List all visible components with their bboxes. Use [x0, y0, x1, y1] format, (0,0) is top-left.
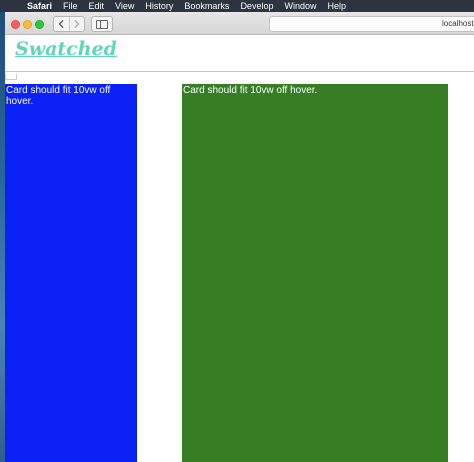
site-logo[interactable]: Swatched [15, 38, 117, 60]
menu-develop[interactable]: Develop [240, 0, 273, 12]
menu-bar: Safari File Edit View History Bookmarks … [0, 0, 474, 12]
menu-view[interactable]: View [115, 0, 134, 12]
chevron-left-icon [58, 20, 64, 28]
menu-file[interactable]: File [63, 0, 78, 12]
small-empty-box [5, 74, 17, 80]
sidebar-icon [96, 19, 108, 29]
header-divider [5, 71, 474, 72]
menu-app-name[interactable]: Safari [27, 0, 52, 12]
menu-edit[interactable]: Edit [89, 0, 105, 12]
minimize-window-button[interactable] [23, 20, 32, 29]
card-blue[interactable]: Card should fit 10vw off hover. [5, 84, 137, 462]
menu-history[interactable]: History [145, 0, 173, 12]
menu-help[interactable]: Help [327, 0, 346, 12]
navigation-buttons [53, 16, 85, 32]
forward-button[interactable] [68, 17, 85, 31]
page-content: Swatched Card should fit 10vw off hover.… [5, 35, 474, 462]
back-button[interactable] [54, 17, 69, 31]
browser-window: localhost Swatched Card should fit 10vw … [5, 12, 474, 462]
address-url: localhost [442, 19, 474, 28]
chevron-right-icon [74, 20, 80, 28]
card-text: Card should fit 10vw off hover. [6, 85, 111, 107]
menu-window[interactable]: Window [284, 0, 316, 12]
close-window-button[interactable] [11, 20, 20, 29]
show-sidebar-button[interactable] [91, 16, 113, 32]
browser-toolbar: localhost [5, 12, 474, 35]
zoom-window-button[interactable] [35, 20, 44, 29]
address-bar[interactable]: localhost [269, 16, 474, 32]
card-text: Card should fit 10vw off hover. [183, 85, 318, 96]
card-green[interactable]: Card should fit 10vw off hover. [182, 84, 448, 462]
menu-bookmarks[interactable]: Bookmarks [184, 0, 229, 12]
